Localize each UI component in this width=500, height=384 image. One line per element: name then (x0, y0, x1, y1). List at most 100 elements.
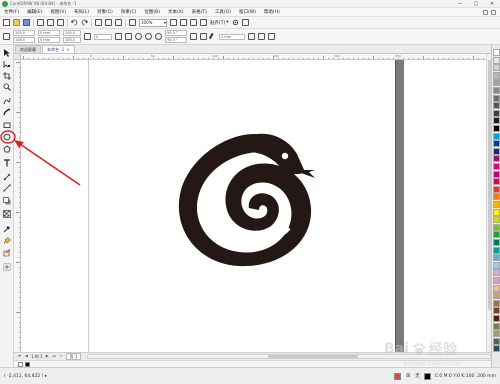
pdf-icon[interactable] (115, 19, 122, 26)
restore-icon[interactable] (491, 9, 496, 15)
menu-window[interactable]: 窗口(W) (235, 9, 260, 15)
full-screen-icon[interactable] (170, 19, 177, 26)
polygon-tool-icon[interactable] (3, 145, 11, 153)
export-icon[interactable] (105, 19, 112, 26)
palette-swatch[interactable] (493, 87, 500, 94)
palette-swatch[interactable] (493, 223, 500, 231)
menu-edit[interactable]: 编辑(E) (23, 9, 46, 15)
palette-swatch[interactable] (493, 117, 500, 125)
palette-swatch[interactable] (493, 246, 500, 254)
scale-width-field[interactable]: 100.0 (63, 30, 81, 36)
menu-tools[interactable]: 工具(O) (211, 9, 235, 15)
add-page-icon[interactable]: + (59, 354, 64, 359)
palette-swatch[interactable] (493, 307, 500, 315)
artistic-media-tool-icon[interactable] (3, 108, 11, 116)
last-page-icon[interactable]: ⏭ (52, 354, 57, 359)
grid-icon[interactable] (190, 19, 197, 26)
fill-color-icon[interactable] (394, 372, 402, 380)
height-field[interactable]: 0 mm (38, 37, 60, 43)
document-palette-swatch[interactable] (18, 361, 23, 367)
previous-page-icon[interactable]: ◀ (24, 354, 29, 359)
outline-color-swatch[interactable] (423, 372, 431, 380)
interactive-fill-tool-icon[interactable] (3, 237, 11, 245)
first-page-icon[interactable]: ⏮ (17, 354, 22, 359)
menu-table[interactable]: 表格(T) (188, 9, 211, 15)
palette-swatch[interactable] (493, 109, 500, 117)
palette-swatch[interactable] (493, 163, 500, 170)
object-origin-icon[interactable] (3, 33, 10, 40)
palette-swatch[interactable] (493, 56, 500, 64)
palette-swatch[interactable] (493, 71, 500, 79)
palette-swatch[interactable] (493, 299, 500, 307)
width-field[interactable]: 0 mm (38, 30, 60, 36)
menu-bitmaps[interactable]: 位图(B) (140, 9, 164, 15)
vertical-ruler[interactable] (14, 60, 21, 352)
palette-swatch[interactable] (493, 147, 500, 155)
snap-to-dropdown[interactable]: 贴齐(T) ▾ (210, 20, 229, 26)
palette-swatch[interactable] (493, 277, 500, 284)
palette-swatch[interactable] (493, 79, 500, 87)
maximize-button[interactable]: □ (468, 0, 484, 8)
close-button[interactable]: ✕ (484, 0, 500, 8)
menu-effects[interactable]: 效果(C) (117, 9, 141, 15)
palette-swatch[interactable] (493, 216, 500, 224)
snake-spiral-logo[interactable] (178, 133, 315, 267)
palette-swatch[interactable] (493, 284, 500, 292)
save-icon[interactable] (23, 19, 30, 26)
palette-swatch[interactable] (493, 125, 500, 132)
menu-text[interactable]: 文本(X) (164, 9, 188, 15)
x-position-field[interactable]: 105.0 (13, 30, 35, 36)
app-launcher-icon[interactable] (241, 19, 249, 26)
crop-tool-icon[interactable] (3, 72, 11, 80)
rotation-angle-field[interactable]: 0 (94, 33, 112, 40)
to-back-icon[interactable] (258, 33, 265, 40)
menu-view[interactable]: 视图(V) (46, 9, 70, 15)
tab-untitled-1[interactable]: 未命名 -1 × (42, 45, 75, 53)
palette-swatch[interactable] (493, 170, 500, 178)
transparency-tool-icon[interactable] (3, 210, 11, 218)
undo-icon[interactable] (70, 19, 78, 26)
palette-swatch[interactable] (493, 239, 500, 246)
zoom-tool-icon[interactable] (3, 83, 11, 91)
rectangle-tool-icon[interactable] (3, 121, 11, 129)
import-icon[interactable] (95, 19, 102, 26)
new-document-icon[interactable] (3, 19, 10, 26)
minimize-button[interactable]: — (452, 0, 468, 8)
palette-swatch[interactable] (493, 330, 500, 338)
palette-swatch[interactable] (493, 178, 500, 186)
connector-tool-icon[interactable] (3, 184, 11, 192)
palette-swatch[interactable] (493, 102, 500, 110)
document-palette-swatch[interactable] (25, 361, 30, 367)
palette-swatch[interactable] (493, 269, 500, 277)
arc-mode-icon[interactable] (155, 33, 162, 40)
color-eyedropper-tool-icon[interactable] (3, 225, 11, 233)
menu-object[interactable]: 对象(C) (93, 9, 117, 15)
zoom-level-select[interactable]: 100% ▾ (139, 18, 167, 27)
search-icon[interactable] (483, 9, 488, 15)
shape-tool-icon[interactable] (3, 60, 11, 68)
close-icon[interactable]: × (66, 47, 69, 52)
end-angle-field[interactable]: 90.0 ° (165, 37, 187, 43)
convert-to-curves-icon[interactable] (268, 33, 275, 40)
palette-swatch[interactable] (493, 64, 500, 72)
ellipse-tool-icon[interactable] (3, 133, 11, 141)
palette-swatch[interactable] (493, 94, 500, 102)
copy-icon[interactable] (47, 19, 54, 26)
page-tab-1[interactable]: 页 1 (65, 353, 82, 360)
redo-icon[interactable] (81, 19, 89, 26)
mirror-horizontal-icon[interactable] (115, 33, 122, 40)
palette-swatch[interactable] (493, 315, 500, 322)
smart-fill-tool-icon[interactable] (3, 249, 11, 257)
launcher-icon[interactable] (129, 19, 136, 26)
horizontal-scrollbar-thumb[interactable] (268, 355, 359, 358)
palette-swatch[interactable] (493, 132, 500, 140)
next-page-icon[interactable]: ▶ (45, 354, 50, 359)
palette-swatch[interactable] (493, 140, 500, 148)
palette-swatch[interactable] (493, 49, 500, 56)
pie-mode-icon[interactable] (145, 33, 152, 40)
guidelines-icon[interactable] (200, 19, 207, 26)
y-position-field[interactable]: 148.5 (13, 37, 35, 43)
menu-file[interactable]: 文件(F) (0, 9, 23, 15)
palette-swatch[interactable] (493, 193, 500, 201)
start-angle-field[interactable]: 90.0 ° (165, 30, 187, 36)
